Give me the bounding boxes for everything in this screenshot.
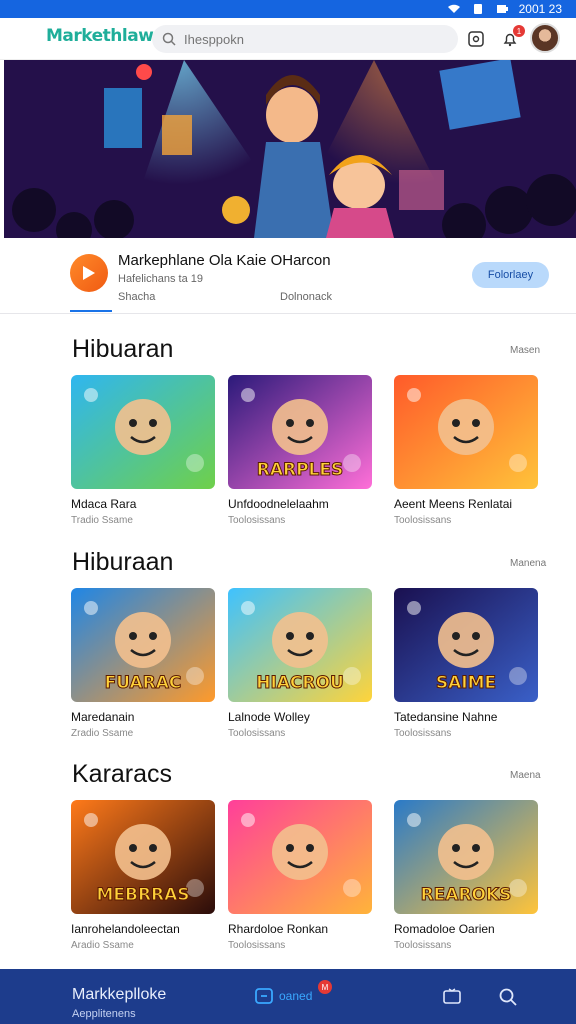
battery-icon xyxy=(496,5,508,13)
game-card[interactable]: Aeent Meens Renlatai Toolosissans xyxy=(394,375,548,526)
game-card[interactable]: Mdaca Rara Tradio Ssame xyxy=(71,375,225,526)
game-meta: Aradio Ssame xyxy=(71,940,134,951)
game-thumbnail[interactable]: SAIME xyxy=(394,588,538,702)
game-meta: Tradio Ssame xyxy=(71,515,133,526)
game-card[interactable]: Rhardoloe Ronkan Toolosissans xyxy=(228,800,382,951)
game-name: Mdaca Rara xyxy=(71,497,137,511)
game-card[interactable]: HIACROU Lalnode Wolley Toolosissans xyxy=(228,588,382,739)
play-logo-icon xyxy=(83,266,95,280)
notifications-button[interactable]: 1 xyxy=(500,25,525,49)
hero-banner[interactable] xyxy=(4,60,576,238)
notification-badge: 1 xyxy=(513,25,525,37)
section-more-link[interactable]: Maena xyxy=(510,770,541,781)
game-card[interactable]: REAROKS Romadoloe Oarien Toolosissans xyxy=(394,800,548,951)
game-name: Lalnode Wolley xyxy=(228,710,310,724)
app-info: Markephlane Ola Kaie OHarcon Hafelichans… xyxy=(0,238,576,314)
search-input[interactable] xyxy=(184,31,444,47)
game-meta: Zradio Ssame xyxy=(71,728,134,739)
thumbnail-title: HIACROU xyxy=(256,673,344,693)
game-thumbnail[interactable]: MEBRRAS xyxy=(71,800,215,914)
game-meta: Toolosissans xyxy=(394,515,452,526)
active-tab-indicator xyxy=(70,310,112,312)
section-title: Hibuaran xyxy=(72,335,174,363)
nav-games-badge: M xyxy=(318,980,332,994)
hero-illustration xyxy=(4,60,576,238)
follow-button[interactable]: Folorlaey xyxy=(472,262,549,288)
section-more-link[interactable]: Manena xyxy=(510,558,546,569)
bottom-nav: Markkeplloke Aepplitenens oaned M xyxy=(0,969,576,1024)
nav-games-label: oaned xyxy=(279,989,313,1003)
game-card[interactable]: RARPLES Unfdoodnelelaahm Toolosissans xyxy=(228,375,382,526)
game-meta: Toolosissans xyxy=(228,728,286,739)
nav-marketplace[interactable]: Markkeplloke xyxy=(72,986,166,1004)
search-nav-icon[interactable] xyxy=(498,987,518,1007)
gamepad-icon xyxy=(255,988,273,1004)
game-card[interactable]: SAIME Tatedansine Nahne Toolosissans xyxy=(394,588,548,739)
nav-apps[interactable]: Aepplitenens xyxy=(72,1008,136,1020)
avatar[interactable] xyxy=(530,23,560,53)
game-meta: Toolosissans xyxy=(394,728,452,739)
search-icon xyxy=(162,32,176,46)
app-title: Markephlane Ola Kaie OHarcon xyxy=(118,252,331,269)
game-thumbnail[interactable] xyxy=(228,800,372,914)
game-name: Romadoloe Oarien xyxy=(394,922,495,936)
section-more-link[interactable]: Masen xyxy=(510,345,540,356)
status-bar: 2001 23 xyxy=(0,0,576,18)
search-bar[interactable] xyxy=(152,25,458,53)
game-thumbnail[interactable]: REAROKS xyxy=(394,800,538,914)
game-name: Tatedansine Nahne xyxy=(394,710,498,724)
game-card[interactable]: MEBRRAS Ianrohelandoleectan Aradio Ssame xyxy=(71,800,225,951)
game-meta: Toolosissans xyxy=(228,940,286,951)
thumbnail-title: SAIME xyxy=(436,673,496,693)
thumbnail-title: RARPLES xyxy=(257,460,344,480)
section-title: Kararacs xyxy=(72,760,173,788)
app-icon[interactable] xyxy=(70,254,108,292)
tab-download[interactable]: Dolnonack xyxy=(280,291,332,303)
app-subtitle: Hafelichans ta 19 xyxy=(118,273,203,285)
section-title: Hiburaan xyxy=(72,548,174,576)
game-thumbnail[interactable]: RARPLES xyxy=(228,375,372,489)
game-card[interactable]: FUARAC Maredanain Zradio Ssame xyxy=(71,588,225,739)
thumbnail-title: REAROKS xyxy=(421,885,512,905)
game-meta: Toolosissans xyxy=(394,940,452,951)
game-name: Ianrohelandoleectan xyxy=(71,922,180,936)
game-thumbnail[interactable]: FUARAC xyxy=(71,588,215,702)
game-name: Aeent Meens Renlatai xyxy=(394,497,513,511)
app-header: Markethlaw 1 xyxy=(0,18,576,60)
scan-button[interactable] xyxy=(466,29,486,49)
app-logo[interactable]: Markethlaw xyxy=(46,26,154,46)
status-time: 2001 23 xyxy=(518,2,562,16)
game-name: Maredanain xyxy=(71,710,135,724)
game-name: Rhardoloe Ronkan xyxy=(228,922,329,936)
game-thumbnail[interactable] xyxy=(394,375,538,489)
wifi-icon xyxy=(447,4,460,13)
sim-icon xyxy=(473,4,482,14)
thumbnail-title: FUARAC xyxy=(105,673,182,693)
thumbnail-title: MEBRRAS xyxy=(96,885,189,905)
game-thumbnail[interactable] xyxy=(71,375,215,489)
game-name: Unfdoodnelelaahm xyxy=(228,497,329,511)
tv-icon[interactable] xyxy=(442,987,462,1007)
tab-info[interactable]: Shacha xyxy=(118,291,155,303)
nav-games[interactable]: oaned xyxy=(255,987,312,1005)
scan-icon xyxy=(468,31,484,47)
game-meta: Toolosissans xyxy=(228,515,286,526)
game-thumbnail[interactable]: HIACROU xyxy=(228,588,372,702)
